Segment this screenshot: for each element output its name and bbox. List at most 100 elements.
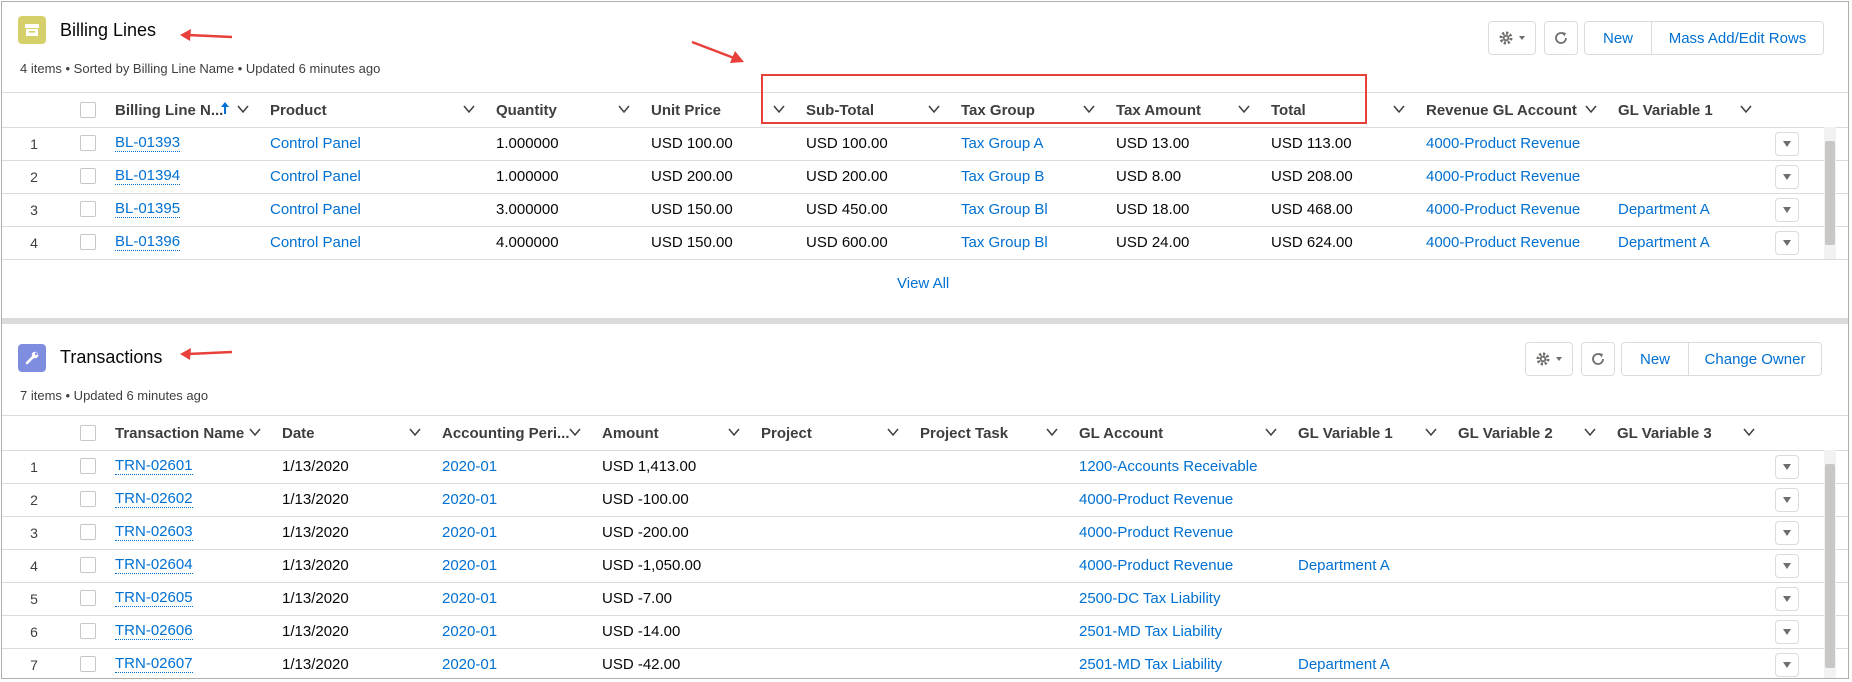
accounting-period-link[interactable]: 2020-01: [432, 615, 592, 648]
revenue-gl-account-link[interactable]: 4000-Product Revenue: [1416, 226, 1608, 259]
product-link[interactable]: Control Panel: [260, 226, 486, 259]
new-billing-line-button[interactable]: New: [1584, 21, 1652, 55]
tax-group-link[interactable]: Tax Group B: [951, 160, 1081, 193]
column-gl-variable-2[interactable]: GL Variable 2: [1448, 416, 1607, 450]
select-all-checkbox[interactable]: [80, 425, 96, 441]
chevron-down-icon[interactable]: [1392, 102, 1406, 116]
column-accounting-period[interactable]: Accounting Peri...: [432, 416, 592, 450]
gl-variable-1-link[interactable]: [1288, 582, 1448, 615]
gl-account-link[interactable]: 4000-Product Revenue: [1069, 483, 1288, 516]
chevron-down-icon[interactable]: [1264, 425, 1278, 439]
product-link[interactable]: Control Panel: [260, 160, 486, 193]
product-link[interactable]: Control Panel: [260, 127, 486, 160]
row-menu-button[interactable]: [1775, 653, 1799, 677]
column-project[interactable]: Project: [751, 416, 910, 450]
row-menu-button[interactable]: [1775, 165, 1799, 189]
gl-variable-1-link[interactable]: [1288, 483, 1448, 516]
gl-variable-1-link[interactable]: [1288, 516, 1448, 549]
accounting-period-link[interactable]: 2020-01: [432, 450, 592, 483]
row-menu-button[interactable]: [1775, 554, 1799, 578]
chevron-down-icon[interactable]: [1045, 425, 1059, 439]
revenue-gl-account-link[interactable]: 4000-Product Revenue: [1416, 160, 1608, 193]
transaction-link[interactable]: TRN-02604: [115, 557, 193, 574]
select-all-checkbox[interactable]: [80, 102, 96, 118]
chevron-down-icon[interactable]: [727, 425, 741, 439]
row-checkbox[interactable]: [80, 458, 96, 474]
chevron-down-icon[interactable]: [462, 102, 476, 116]
billing-line-link[interactable]: BL-01393: [115, 135, 181, 152]
column-gl-account[interactable]: GL Account: [1069, 416, 1288, 450]
row-checkbox[interactable]: [80, 623, 96, 639]
transaction-link[interactable]: TRN-02601: [115, 458, 193, 475]
mass-add-edit-rows-button[interactable]: Mass Add/Edit Rows: [1652, 21, 1824, 55]
gl-variable-1-link[interactable]: [1608, 127, 1763, 160]
new-transaction-button[interactable]: New: [1621, 342, 1689, 376]
chevron-down-icon[interactable]: [236, 102, 250, 116]
chevron-down-icon[interactable]: [1739, 102, 1753, 116]
row-checkbox[interactable]: [80, 557, 96, 573]
change-owner-button[interactable]: Change Owner: [1689, 342, 1822, 376]
column-gl-variable-3[interactable]: GL Variable 3: [1607, 416, 1766, 450]
chevron-down-icon[interactable]: [408, 425, 422, 439]
scrollbar-thumb[interactable]: [1825, 464, 1835, 668]
billing-table-scrollbar[interactable]: [1824, 127, 1836, 259]
billing-line-link[interactable]: BL-01395: [115, 201, 181, 218]
billing-lines-title[interactable]: Billing Lines: [60, 20, 156, 41]
column-quantity[interactable]: Quantity: [486, 93, 641, 127]
gl-variable-1-link[interactable]: [1288, 615, 1448, 648]
column-project-task[interactable]: Project Task: [910, 416, 1069, 450]
view-all-link[interactable]: View All: [897, 275, 949, 292]
gl-account-link[interactable]: 2501-MD Tax Liability: [1069, 615, 1288, 648]
row-checkbox[interactable]: [80, 201, 96, 217]
row-menu-button[interactable]: [1775, 455, 1799, 479]
settings-menu-button[interactable]: [1525, 342, 1573, 376]
chevron-down-icon[interactable]: [568, 425, 582, 439]
refresh-button[interactable]: [1544, 21, 1578, 55]
transaction-link[interactable]: TRN-02602: [115, 491, 193, 508]
column-billing-line-name[interactable]: Billing Line N...: [105, 93, 260, 127]
row-menu-button[interactable]: [1775, 521, 1799, 545]
row-checkbox[interactable]: [80, 135, 96, 151]
row-checkbox[interactable]: [80, 234, 96, 250]
column-gl-variable-1[interactable]: GL Variable 1: [1608, 93, 1763, 127]
tax-group-link[interactable]: Tax Group Bl: [951, 226, 1081, 259]
column-amount[interactable]: Amount: [592, 416, 751, 450]
gl-variable-1-link[interactable]: Department A: [1288, 549, 1448, 582]
row-menu-button[interactable]: [1775, 620, 1799, 644]
transaction-link[interactable]: TRN-02603: [115, 524, 193, 541]
row-checkbox[interactable]: [80, 590, 96, 606]
row-menu-button[interactable]: [1775, 488, 1799, 512]
gl-account-link[interactable]: 4000-Product Revenue: [1069, 516, 1288, 549]
gl-account-link[interactable]: 2500-DC Tax Liability: [1069, 582, 1288, 615]
gl-variable-1-link[interactable]: [1288, 450, 1448, 483]
settings-menu-button[interactable]: [1488, 21, 1536, 55]
gl-variable-1-link[interactable]: Department A: [1608, 193, 1763, 226]
column-gl-variable-1[interactable]: GL Variable 1: [1288, 416, 1448, 450]
column-date[interactable]: Date: [272, 416, 432, 450]
gl-account-link[interactable]: 1200-Accounts Receivable: [1069, 450, 1288, 483]
refresh-button[interactable]: [1581, 342, 1615, 376]
accounting-period-link[interactable]: 2020-01: [432, 483, 592, 516]
scrollbar-thumb[interactable]: [1825, 141, 1835, 245]
chevron-down-icon[interactable]: [1424, 425, 1438, 439]
transactions-table-scrollbar[interactable]: [1824, 450, 1836, 678]
chevron-down-icon[interactable]: [1742, 425, 1756, 439]
accounting-period-link[interactable]: 2020-01: [432, 516, 592, 549]
gl-account-link[interactable]: 4000-Product Revenue: [1069, 549, 1288, 582]
transaction-link[interactable]: TRN-02607: [115, 656, 193, 673]
chevron-down-icon[interactable]: [1583, 425, 1597, 439]
tax-group-link[interactable]: Tax Group A: [951, 127, 1081, 160]
row-menu-button[interactable]: [1775, 132, 1799, 156]
gl-variable-1-link[interactable]: [1608, 160, 1763, 193]
column-revenue-gl-account[interactable]: Revenue GL Account: [1416, 93, 1608, 127]
row-checkbox[interactable]: [80, 168, 96, 184]
billing-line-link[interactable]: BL-01394: [115, 168, 181, 185]
chevron-down-icon[interactable]: [1584, 102, 1598, 116]
transaction-link[interactable]: TRN-02606: [115, 623, 193, 640]
revenue-gl-account-link[interactable]: 4000-Product Revenue: [1416, 193, 1608, 226]
product-link[interactable]: Control Panel: [260, 193, 486, 226]
row-checkbox[interactable]: [80, 524, 96, 540]
transactions-title[interactable]: Transactions: [60, 347, 162, 368]
gl-account-link[interactable]: 2501-MD Tax Liability: [1069, 648, 1288, 678]
tax-group-link[interactable]: Tax Group Bl: [951, 193, 1081, 226]
